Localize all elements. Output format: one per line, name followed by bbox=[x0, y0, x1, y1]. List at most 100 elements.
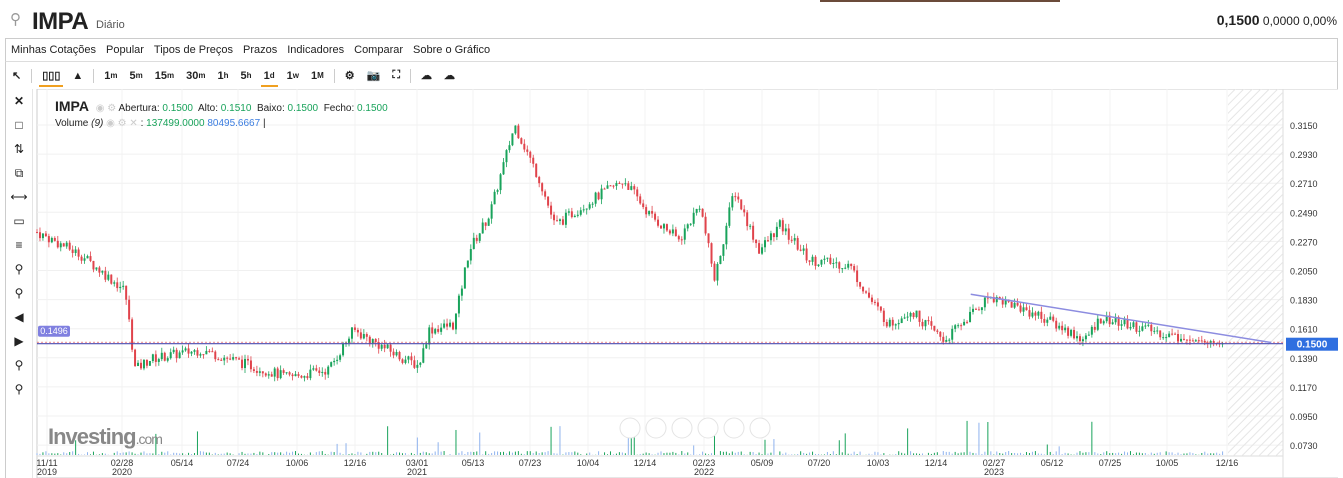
interval-30m[interactable]: 30 m bbox=[180, 62, 211, 89]
candle-body bbox=[434, 329, 437, 334]
candle-body bbox=[252, 369, 255, 371]
interval-15m[interactable]: 15 m bbox=[149, 62, 180, 89]
rectangle-tool-icon[interactable]: ▭ bbox=[6, 209, 32, 233]
zoom-fit-button[interactable] bbox=[723, 417, 745, 439]
zoom-in-button[interactable] bbox=[671, 417, 693, 439]
gear-icon[interactable]: ⚙ bbox=[107, 103, 116, 114]
menu-periods[interactable]: Prazos bbox=[243, 44, 277, 56]
candle-body bbox=[520, 138, 523, 144]
candle-body bbox=[431, 327, 434, 334]
volume-bar bbox=[318, 451, 320, 455]
candle-body bbox=[496, 190, 499, 192]
volume-bar bbox=[672, 451, 674, 455]
x-tick-label: 10/04 bbox=[577, 458, 600, 468]
candle-body bbox=[226, 357, 229, 359]
candle-body bbox=[761, 247, 764, 254]
interval-1h[interactable]: 1h bbox=[212, 62, 235, 89]
candle-body bbox=[86, 256, 89, 259]
menu-indicators[interactable]: Indicadores bbox=[287, 44, 344, 56]
candle-body bbox=[603, 188, 606, 190]
measure-icon[interactable]: ⚲ bbox=[6, 377, 32, 401]
candle-body bbox=[544, 191, 547, 197]
candle-body bbox=[674, 229, 677, 237]
scroll-left-button[interactable] bbox=[619, 417, 641, 439]
volume-bar bbox=[1028, 453, 1030, 455]
volume-bar bbox=[372, 451, 374, 455]
zoom-in-icon[interactable]: ⚲ bbox=[6, 257, 32, 281]
zoom-out-button[interactable] bbox=[645, 417, 667, 439]
candle-body bbox=[826, 257, 829, 259]
fibonacci-icon[interactable]: ≡ bbox=[6, 233, 32, 257]
menu-compare[interactable]: Comparar bbox=[354, 44, 403, 56]
volume-bar bbox=[1064, 452, 1066, 455]
interval-1d[interactable]: 1d bbox=[258, 62, 281, 89]
candle-body bbox=[1194, 340, 1197, 342]
candle-body bbox=[472, 237, 475, 250]
volume-bar bbox=[711, 453, 713, 455]
area-chart-icon[interactable]: ▲ bbox=[66, 62, 89, 89]
volume-bar bbox=[244, 453, 246, 455]
volume-bar bbox=[72, 451, 74, 455]
menu-price-types[interactable]: Tipos de Preços bbox=[154, 44, 233, 56]
cursor-icon[interactable]: ↖ bbox=[6, 62, 27, 89]
eye-icon[interactable]: ◉ bbox=[106, 118, 115, 129]
candle-body bbox=[264, 373, 267, 376]
candle-body bbox=[624, 183, 627, 185]
arrow-right-icon[interactable]: ▶ bbox=[6, 329, 32, 353]
candle-body bbox=[481, 222, 484, 234]
zoom-out-icon[interactable]: ⚲ bbox=[6, 281, 32, 305]
search-icon[interactable]: ⚲ bbox=[10, 10, 21, 28]
candle-body bbox=[630, 186, 633, 190]
volume-bar bbox=[731, 451, 733, 455]
candlestick-icon[interactable]: ▯▯▯ bbox=[36, 62, 66, 89]
interval-5m[interactable]: 5m bbox=[124, 62, 149, 89]
candle-body bbox=[190, 351, 193, 354]
volume-bar bbox=[520, 453, 522, 455]
menu-my-quotes[interactable]: Minhas Cotações bbox=[11, 44, 96, 56]
candle-body bbox=[1081, 339, 1084, 342]
gear-icon[interactable]: ⚙ bbox=[118, 118, 127, 129]
magnet-icon[interactable]: ⚲ bbox=[6, 353, 32, 377]
candle-body bbox=[1084, 335, 1087, 340]
interval-5h[interactable]: 5h bbox=[235, 62, 258, 89]
menu-about-chart[interactable]: Sobre o Gráfico bbox=[413, 44, 490, 56]
volume-bar bbox=[645, 452, 647, 455]
menu-popular[interactable]: Popular bbox=[106, 44, 144, 56]
candle-body bbox=[380, 344, 383, 349]
arrow-left-icon[interactable]: ◀ bbox=[6, 305, 32, 329]
volume-bar bbox=[247, 453, 249, 455]
volume-bar bbox=[354, 454, 356, 455]
x-tick-label: 07/20 bbox=[808, 458, 831, 468]
eye-icon[interactable]: ◉ bbox=[96, 103, 105, 114]
cloud-download-icon[interactable]: ☁ bbox=[415, 62, 438, 89]
volume-bar bbox=[330, 451, 332, 455]
remove-drawings-icon[interactable]: □ bbox=[6, 113, 32, 137]
fullscreen-icon[interactable]: ⛶ bbox=[386, 62, 406, 89]
candle-body bbox=[422, 348, 425, 363]
line-tool-icon[interactable]: ⟷ bbox=[6, 185, 32, 209]
candle-body bbox=[154, 354, 157, 362]
volume-bar bbox=[916, 453, 918, 455]
crosshair-settings-icon[interactable]: ⇅ bbox=[6, 137, 32, 161]
candle-body bbox=[113, 282, 116, 284]
close-icon[interactable]: ✕ bbox=[6, 89, 32, 113]
scroll-right-button[interactable] bbox=[749, 417, 771, 439]
candle-body bbox=[181, 350, 184, 353]
interval-unit: h bbox=[223, 71, 229, 80]
candle-body bbox=[662, 224, 665, 229]
interval-1w[interactable]: 1w bbox=[281, 62, 305, 89]
settings-icon[interactable]: ⚙ bbox=[339, 62, 361, 89]
close-icon[interactable]: ✕ bbox=[129, 118, 137, 129]
volume-bar bbox=[128, 451, 130, 455]
interval-unit: M bbox=[317, 71, 324, 80]
volume-bar bbox=[369, 451, 371, 455]
interval-1m[interactable]: 1m bbox=[98, 62, 123, 89]
reset-button[interactable] bbox=[697, 417, 719, 439]
price-chart[interactable]: 0.3150 0.2930 0.2710 0.2490 0.2270 0.2050 0.18… bbox=[33, 89, 1338, 478]
cloud-upload-icon[interactable]: ☁ bbox=[438, 62, 461, 89]
copy-icon[interactable]: ⧉ bbox=[6, 161, 32, 185]
candle-body bbox=[1162, 337, 1165, 339]
camera-icon[interactable]: 📷 bbox=[361, 62, 387, 89]
volume-bar bbox=[514, 451, 516, 455]
interval-1M[interactable]: 1M bbox=[305, 62, 330, 89]
